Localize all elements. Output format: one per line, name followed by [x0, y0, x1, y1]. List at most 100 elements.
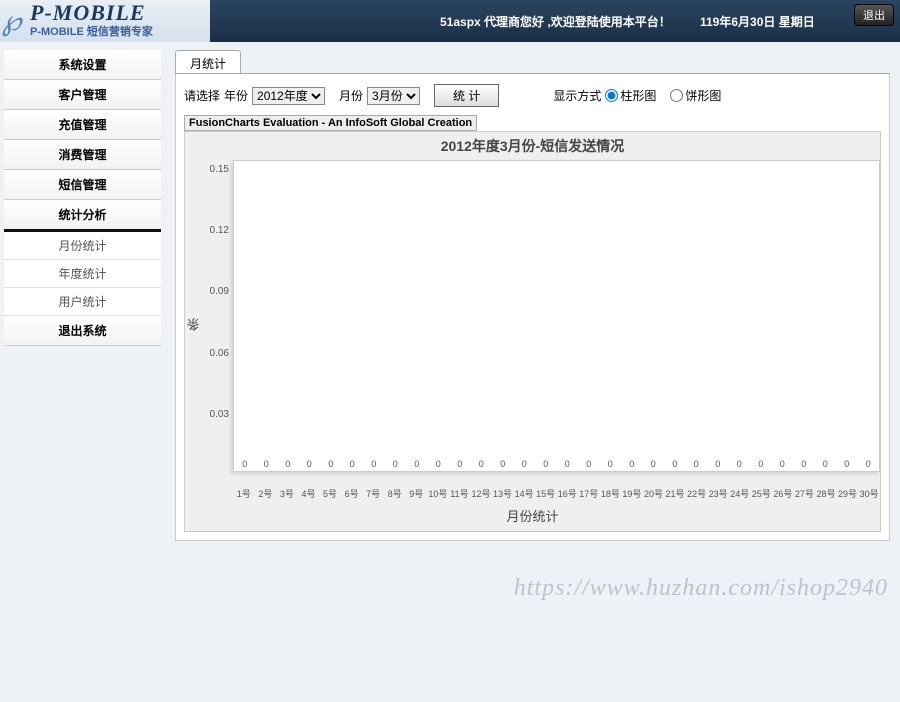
- x-tick: 19号: [621, 490, 643, 500]
- x-tick: 20号: [643, 490, 665, 500]
- data-label: 0: [492, 459, 514, 469]
- x-tick: 15号: [535, 490, 557, 500]
- stat-button[interactable]: 统 计: [434, 84, 499, 107]
- x-tick: 16号: [556, 490, 578, 500]
- date-text: 119年6月30日 星期日: [700, 13, 815, 30]
- x-tick: 2号: [255, 490, 277, 500]
- x-tick: 26号: [772, 490, 794, 500]
- x-tick: 18号: [600, 490, 622, 500]
- month-label: 月份: [339, 87, 363, 104]
- x-tick: 7号: [362, 490, 384, 500]
- data-label: 0: [707, 459, 729, 469]
- x-tick: 17号: [578, 490, 600, 500]
- data-label: 0: [815, 459, 837, 469]
- x-tick: 23号: [707, 490, 729, 500]
- radio-bar-input[interactable]: [605, 89, 618, 102]
- tabs: 月统计: [175, 50, 890, 74]
- sidebar-item-sms[interactable]: 短信管理: [4, 170, 161, 200]
- month-select[interactable]: 3月份: [367, 87, 420, 105]
- y-axis-label: 条: [185, 160, 203, 490]
- data-label: 0: [793, 459, 815, 469]
- plot-area: 000000000000000000000000000000: [233, 160, 880, 472]
- year-label: 年份: [224, 87, 248, 104]
- data-label: 0: [535, 459, 557, 469]
- welcome-text: 51aspx 代理商您好 ,欢迎登陆使用本平台！: [440, 13, 671, 30]
- sidebar-item-system[interactable]: 系统设置: [4, 50, 161, 80]
- submenu-year[interactable]: 年度统计: [4, 260, 161, 288]
- data-label: 0: [234, 459, 256, 469]
- x-tick: 4号: [298, 490, 320, 500]
- data-label: 0: [320, 459, 342, 469]
- chart-title: 2012年度3月份-短信发送情况: [185, 132, 880, 160]
- tab-month-stats[interactable]: 月统计: [175, 50, 241, 73]
- x-tick: 12号: [470, 490, 492, 500]
- display-label: 显示方式: [553, 87, 601, 104]
- data-label: 0: [729, 459, 751, 469]
- data-label: 0: [600, 459, 622, 469]
- data-label: 0: [385, 459, 407, 469]
- data-label: 0: [514, 459, 536, 469]
- data-label: 0: [471, 459, 493, 469]
- data-label: 0: [557, 459, 579, 469]
- data-label: 0: [836, 459, 858, 469]
- x-tick: 10号: [427, 490, 449, 500]
- data-label: 0: [449, 459, 471, 469]
- data-label: 0: [750, 459, 772, 469]
- watermark: https://www.huzhan.com/ishop2940: [514, 575, 888, 602]
- sidebar-item-exit[interactable]: 退出系统: [4, 316, 161, 346]
- x-tick: 3号: [276, 490, 298, 500]
- x-tick: 25号: [751, 490, 773, 500]
- x-tick: 28号: [815, 490, 837, 500]
- data-label: 0: [428, 459, 450, 469]
- header: ℘ P-MOBILE P-MOBILE 短信营销专家 51aspx 代理商您好 …: [0, 0, 900, 42]
- data-label: 0: [256, 459, 278, 469]
- data-label: 0: [643, 459, 665, 469]
- chart-eval-banner: FusionCharts Evaluation - An InfoSoft Gl…: [184, 115, 477, 131]
- data-label: 0: [299, 459, 321, 469]
- data-label: 0: [772, 459, 794, 469]
- x-tick: 6号: [341, 490, 363, 500]
- sidebar-item-consume[interactable]: 消费管理: [4, 140, 161, 170]
- data-label: 0: [363, 459, 385, 469]
- data-label: 0: [277, 459, 299, 469]
- sidebar: 系统设置 客户管理 充值管理 消费管理 短信管理 统计分析 月份统计 年度统计 …: [0, 42, 165, 702]
- x-axis: 1号2号3号4号5号6号7号8号9号10号11号12号13号14号15号16号1…: [185, 490, 880, 500]
- radio-pie[interactable]: 饼形图: [670, 87, 721, 104]
- data-label: 0: [664, 459, 686, 469]
- data-label: 0: [686, 459, 708, 469]
- chart: 2012年度3月份-短信发送情况 条 0.15 0.12 0.09 0.06 0…: [184, 131, 881, 532]
- sidebar-item-customer[interactable]: 客户管理: [4, 80, 161, 110]
- data-label: 0: [406, 459, 428, 469]
- filter-row: 请选择 年份 2012年度 月份 3月份 统 计 显示方式 柱形图 饼形图: [184, 82, 881, 115]
- submenu-user[interactable]: 用户统计: [4, 288, 161, 316]
- data-label: 0: [578, 459, 600, 469]
- year-select[interactable]: 2012年度: [252, 87, 325, 105]
- x-tick: 27号: [794, 490, 816, 500]
- x-tick: 21号: [664, 490, 686, 500]
- logo-icon: ℘: [2, 4, 22, 37]
- sidebar-item-recharge[interactable]: 充值管理: [4, 110, 161, 140]
- radio-pie-input[interactable]: [670, 89, 683, 102]
- x-tick: 24号: [729, 490, 751, 500]
- x-axis-title: 月份统计: [185, 500, 880, 531]
- x-tick: 30号: [858, 490, 880, 500]
- data-label: 0: [858, 459, 880, 469]
- sidebar-item-stats[interactable]: 统计分析: [4, 200, 161, 232]
- filter-prompt: 请选择: [184, 87, 220, 104]
- logo-area: ℘ P-MOBILE P-MOBILE 短信营销专家: [0, 0, 210, 42]
- data-label: 0: [621, 459, 643, 469]
- radio-bar[interactable]: 柱形图: [605, 87, 656, 104]
- x-tick: 1号: [233, 490, 255, 500]
- logo-main: P-MOBILE: [30, 3, 210, 23]
- data-label: 0: [342, 459, 364, 469]
- logout-button[interactable]: 退出: [854, 4, 894, 26]
- x-tick: 29号: [837, 490, 859, 500]
- y-ticks: 0.15 0.12 0.09 0.06 0.03: [203, 160, 233, 490]
- x-tick: 22号: [686, 490, 708, 500]
- x-tick: 8号: [384, 490, 406, 500]
- x-tick: 14号: [513, 490, 535, 500]
- logo-sub: P-MOBILE 短信营销专家: [30, 23, 210, 39]
- x-tick: 5号: [319, 490, 341, 500]
- submenu-month[interactable]: 月份统计: [4, 232, 161, 260]
- x-tick: 13号: [492, 490, 514, 500]
